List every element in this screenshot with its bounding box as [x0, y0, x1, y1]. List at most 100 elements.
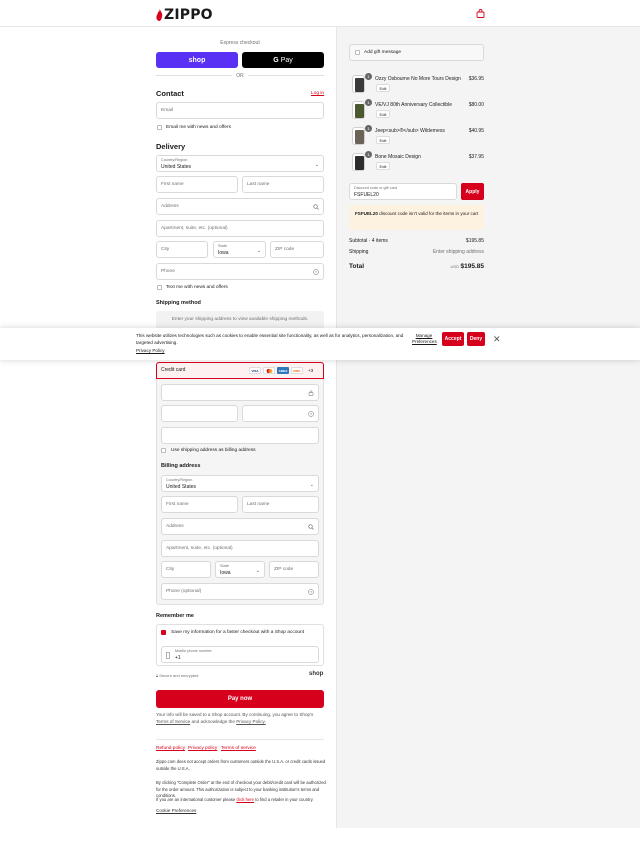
- google-pay-button[interactable]: G Pay: [242, 52, 324, 68]
- manage-preferences-link[interactable]: Manage Preferences: [412, 333, 437, 345]
- amex-icon: AMEX: [277, 367, 289, 374]
- name-on-card-field[interactable]: [161, 427, 319, 444]
- privacy-link[interactable]: Privacy Policy.: [236, 719, 266, 724]
- google-g-icon: G: [273, 56, 279, 64]
- svg-text:?: ?: [310, 412, 312, 416]
- news-checkbox[interactable]: [157, 125, 162, 130]
- search-icon: [313, 204, 319, 210]
- billing-address-field[interactable]: Address: [161, 518, 319, 535]
- same-address-label: Use shipping address as billing address: [171, 448, 256, 453]
- warning-code: FSFUEL20: [355, 211, 378, 216]
- deny-button[interactable]: Deny: [467, 332, 485, 346]
- edit-button[interactable]: Edit: [376, 136, 390, 144]
- terms-of-service-link[interactable]: Terms of service: [221, 746, 256, 751]
- remember-me-heading: Remember me: [156, 613, 194, 619]
- email-field[interactable]: Email: [156, 102, 324, 119]
- pay-now-button[interactable]: Pay now: [156, 690, 324, 708]
- chevron-down-icon: ⌄: [309, 482, 314, 488]
- page-bottom: [0, 828, 640, 861]
- quantity-badge: 1: [365, 73, 372, 80]
- shop-pay-button[interactable]: shop: [156, 52, 238, 68]
- billing-last-name-field[interactable]: Last name: [242, 496, 319, 513]
- billing-zip-field[interactable]: ZIP code: [269, 561, 319, 578]
- product-thumbnail: [352, 127, 365, 145]
- phone-field[interactable]: Phone ?: [156, 263, 324, 280]
- billing-country-select[interactable]: Country/Region United States ⌄: [161, 475, 319, 492]
- lighter-image: [355, 156, 364, 170]
- billing-heading: Billing address: [161, 463, 201, 469]
- shipping-method-heading: Shipping method: [156, 300, 201, 306]
- state-value: Iowa: [218, 250, 229, 256]
- email-placeholder: Email: [161, 108, 173, 113]
- total-value: $195.85: [460, 263, 485, 270]
- billing-first-name-field[interactable]: First name: [161, 496, 238, 513]
- same-address-checkbox[interactable]: [161, 448, 166, 453]
- apply-button[interactable]: Apply: [461, 183, 484, 200]
- mobile-value: +1: [175, 655, 181, 661]
- last-name-field[interactable]: Last name: [242, 176, 324, 193]
- billing-first-name-placeholder: First name: [166, 502, 189, 507]
- zippo-logo[interactable]: ZIPPO: [156, 7, 213, 23]
- privacy-policy-link[interactable]: Privacy policy: [188, 746, 217, 751]
- product-thumbnail: [352, 101, 365, 119]
- edit-button[interactable]: Edit: [376, 162, 390, 170]
- help-icon[interactable]: ?: [308, 589, 314, 595]
- billing-apartment-field[interactable]: Apartment, suite, etc. (optional): [161, 540, 319, 557]
- svg-text:?: ?: [310, 590, 312, 594]
- login-link[interactable]: Log in: [311, 91, 324, 96]
- express-checkout-label: Express checkout: [220, 40, 260, 46]
- edit-button[interactable]: Edit: [376, 84, 390, 92]
- billing-zip-placeholder: ZIP code: [274, 567, 294, 572]
- mobile-label: Mobile phone number: [175, 649, 212, 653]
- visa-icon: VISA: [249, 367, 261, 374]
- search-icon: [308, 524, 314, 530]
- click-here-link[interactable]: click here: [236, 797, 254, 802]
- shipping-value: Enter shipping address: [432, 249, 484, 255]
- cookie-preferences-link[interactable]: Cookie Preferences: [156, 808, 196, 815]
- text-offers-checkbox[interactable]: [157, 285, 162, 290]
- close-icon[interactable]: ✕: [493, 334, 501, 345]
- chevron-down-icon: ⌄: [256, 248, 261, 254]
- gift-message-field[interactable]: Add gift message: [349, 44, 484, 61]
- first-name-field[interactable]: First name: [156, 176, 238, 193]
- country-select[interactable]: Country/Region United States ⌄: [156, 155, 324, 172]
- total-label: Total: [349, 263, 365, 270]
- security-code-field[interactable]: ?: [242, 405, 319, 422]
- product-name: Bone Mosaic Design: [375, 154, 421, 160]
- discount-field[interactable]: Discount code or gift card FSFUEL20: [349, 183, 457, 200]
- edit-button[interactable]: Edit: [376, 110, 390, 118]
- state-select[interactable]: State Iowa ⌄: [213, 241, 266, 258]
- last-name-placeholder: Last name: [247, 182, 270, 187]
- terms-link[interactable]: Terms of Service: [156, 719, 190, 724]
- apartment-field[interactable]: Apartment, suite, etc. (optional): [156, 220, 324, 237]
- refund-policy-link[interactable]: Refund policy: [156, 746, 185, 751]
- accept-button[interactable]: Accept: [442, 332, 464, 346]
- product-price: $36.95: [468, 76, 484, 82]
- help-icon[interactable]: ?: [313, 269, 319, 275]
- lock-icon: 🔒︎: [156, 673, 159, 678]
- lighter-image: [355, 104, 364, 118]
- gift-checkbox[interactable]: [355, 50, 360, 55]
- city-field[interactable]: City: [156, 241, 208, 258]
- discount-value: FSFUEL20: [354, 192, 379, 198]
- billing-country-value: United States: [166, 484, 197, 490]
- product-name: VE/VJ 80th Anniversary Collectible: [375, 102, 452, 108]
- billing-phone-field[interactable]: Phone (optional) ?: [161, 583, 319, 600]
- card-number-field[interactable]: [161, 384, 319, 401]
- expiry-field[interactable]: [161, 405, 238, 422]
- billing-city-placeholder: City: [166, 567, 175, 572]
- save-info-checkbox[interactable]: [161, 630, 166, 635]
- cookie-privacy-link[interactable]: Privacy Policy: [136, 348, 165, 353]
- subtotal-label: Subtotal · 4 items: [349, 238, 388, 244]
- shopping-bag-icon[interactable]: [476, 9, 485, 18]
- help-icon[interactable]: ?: [308, 411, 314, 417]
- billing-phone-placeholder: Phone (optional): [166, 589, 202, 594]
- billing-city-field[interactable]: City: [161, 561, 211, 578]
- phone-icon: [166, 652, 170, 659]
- address-field[interactable]: Address: [156, 198, 324, 215]
- billing-state-select[interactable]: State Iowa ⌄: [215, 561, 265, 578]
- contact-heading: Contact: [156, 89, 184, 98]
- zip-field[interactable]: ZIP code: [270, 241, 324, 258]
- notice-3: If you are an international customer ple…: [156, 797, 328, 804]
- mobile-phone-field[interactable]: Mobile phone number +1: [161, 646, 319, 663]
